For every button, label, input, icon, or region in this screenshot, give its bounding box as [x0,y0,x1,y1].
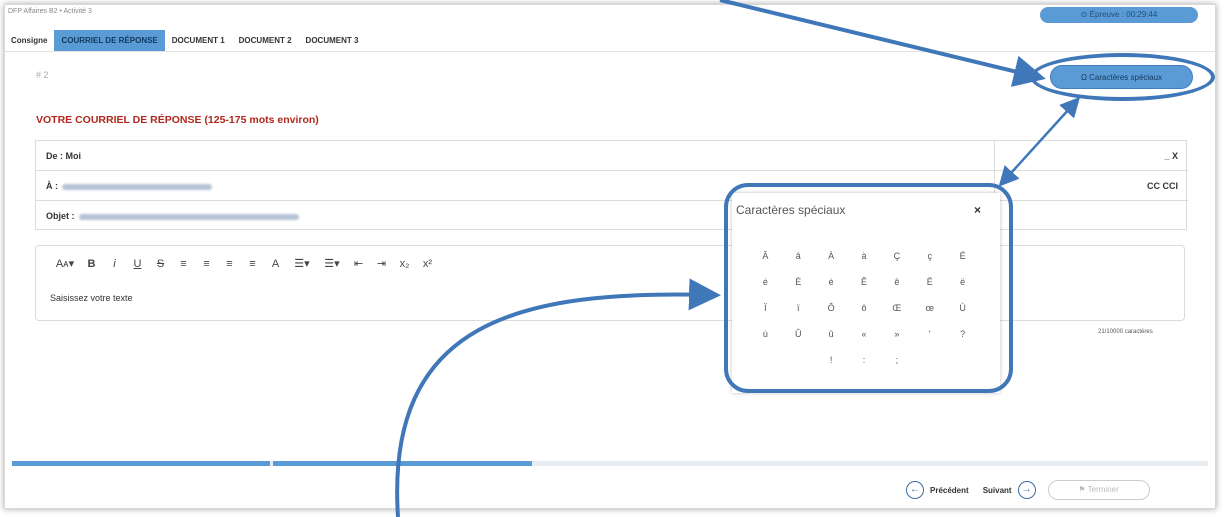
text-color-icon[interactable]: A [264,256,287,272]
to-label: À : [46,181,58,191]
align-center-icon[interactable]: ≡ [195,256,218,272]
annotation-ring-popup [724,183,1013,393]
align-left-icon[interactable]: ≡ [172,256,195,272]
underline-icon[interactable]: U [126,256,149,272]
character-counter: 21/10000 caractères [1098,329,1153,335]
align-right-icon[interactable]: ≡ [218,256,241,272]
screenshot-stage: DFP Affaires B2 • Activité 3 ⊙ Épreuve :… [0,0,1226,517]
bullet-list-icon[interactable]: ☰▾ [287,256,317,272]
italic-icon[interactable]: i [103,256,126,272]
progress-segment [273,461,532,466]
tab-bar: Consigne COURRIEL DE RÉPONSE DOCUMENT 1 … [4,30,365,51]
previous-button[interactable]: Précédent [930,486,969,495]
arrow-right-icon[interactable]: → [1017,481,1036,499]
arrow-left-icon[interactable]: ← [906,481,924,499]
progress-bar [12,461,1208,466]
subscript-icon[interactable]: x₂ [393,256,416,272]
outdent-icon[interactable]: ⇤ [347,256,370,272]
tab-divider [4,51,1216,52]
annotation-ring-button [1030,53,1215,101]
justify-icon[interactable]: ≡ [241,256,264,272]
cc-cci-link[interactable]: CC CCI [994,171,1188,201]
section-heading: VOTRE COURRIEL DE RÉPONSE (125-175 mots … [36,114,319,126]
progress-segment [12,461,271,466]
strikethrough-icon[interactable]: S [149,256,172,272]
subject-label: Objet : [46,211,75,221]
numbered-list-icon[interactable]: ☰▾ [317,256,347,272]
superscript-icon[interactable]: x² [416,256,439,272]
tab-document-1[interactable]: DOCUMENT 1 [165,30,232,51]
question-number: # 2 [36,70,49,80]
from-label: De : Moi [46,151,81,161]
editor-toolbar: Aᴀ▾ B i U S ≡ ≡ ≡ ≡ A ☰▾ ☰▾ ⇤ ⇥ x₂ x² [50,256,439,272]
font-size-icon[interactable]: Aᴀ▾ [50,256,80,272]
indent-icon[interactable]: ⇥ [370,256,393,272]
tab-document-3[interactable]: DOCUMENT 3 [299,30,366,51]
from-row: De : Moi [36,141,994,171]
mail-header-table: De : Moi _ X À : CC CCI Objet : [35,140,1188,230]
editor-placeholder: Saisissez votre texte [50,293,133,303]
to-address-redacted [62,183,212,190]
tab-document-2[interactable]: DOCUMENT 2 [232,30,299,51]
next-button[interactable]: Suivant [983,486,1012,495]
tab-consigne[interactable]: Consigne [4,30,54,51]
minimize-close-controls[interactable]: _ X [994,141,1188,171]
subject-redacted [78,213,299,220]
exam-timer: ⊙ Épreuve : 00:29:44 [1040,7,1198,23]
navigation-bar: ← Précédent Suivant → ⚑ Terminer [906,478,1150,502]
tab-courriel-reponse[interactable]: COURRIEL DE RÉPONSE [54,30,165,51]
breadcrumb: DFP Affaires B2 • Activité 3 [8,8,92,15]
finish-button[interactable]: ⚑ Terminer [1047,480,1150,500]
bold-icon[interactable]: B [80,256,103,272]
